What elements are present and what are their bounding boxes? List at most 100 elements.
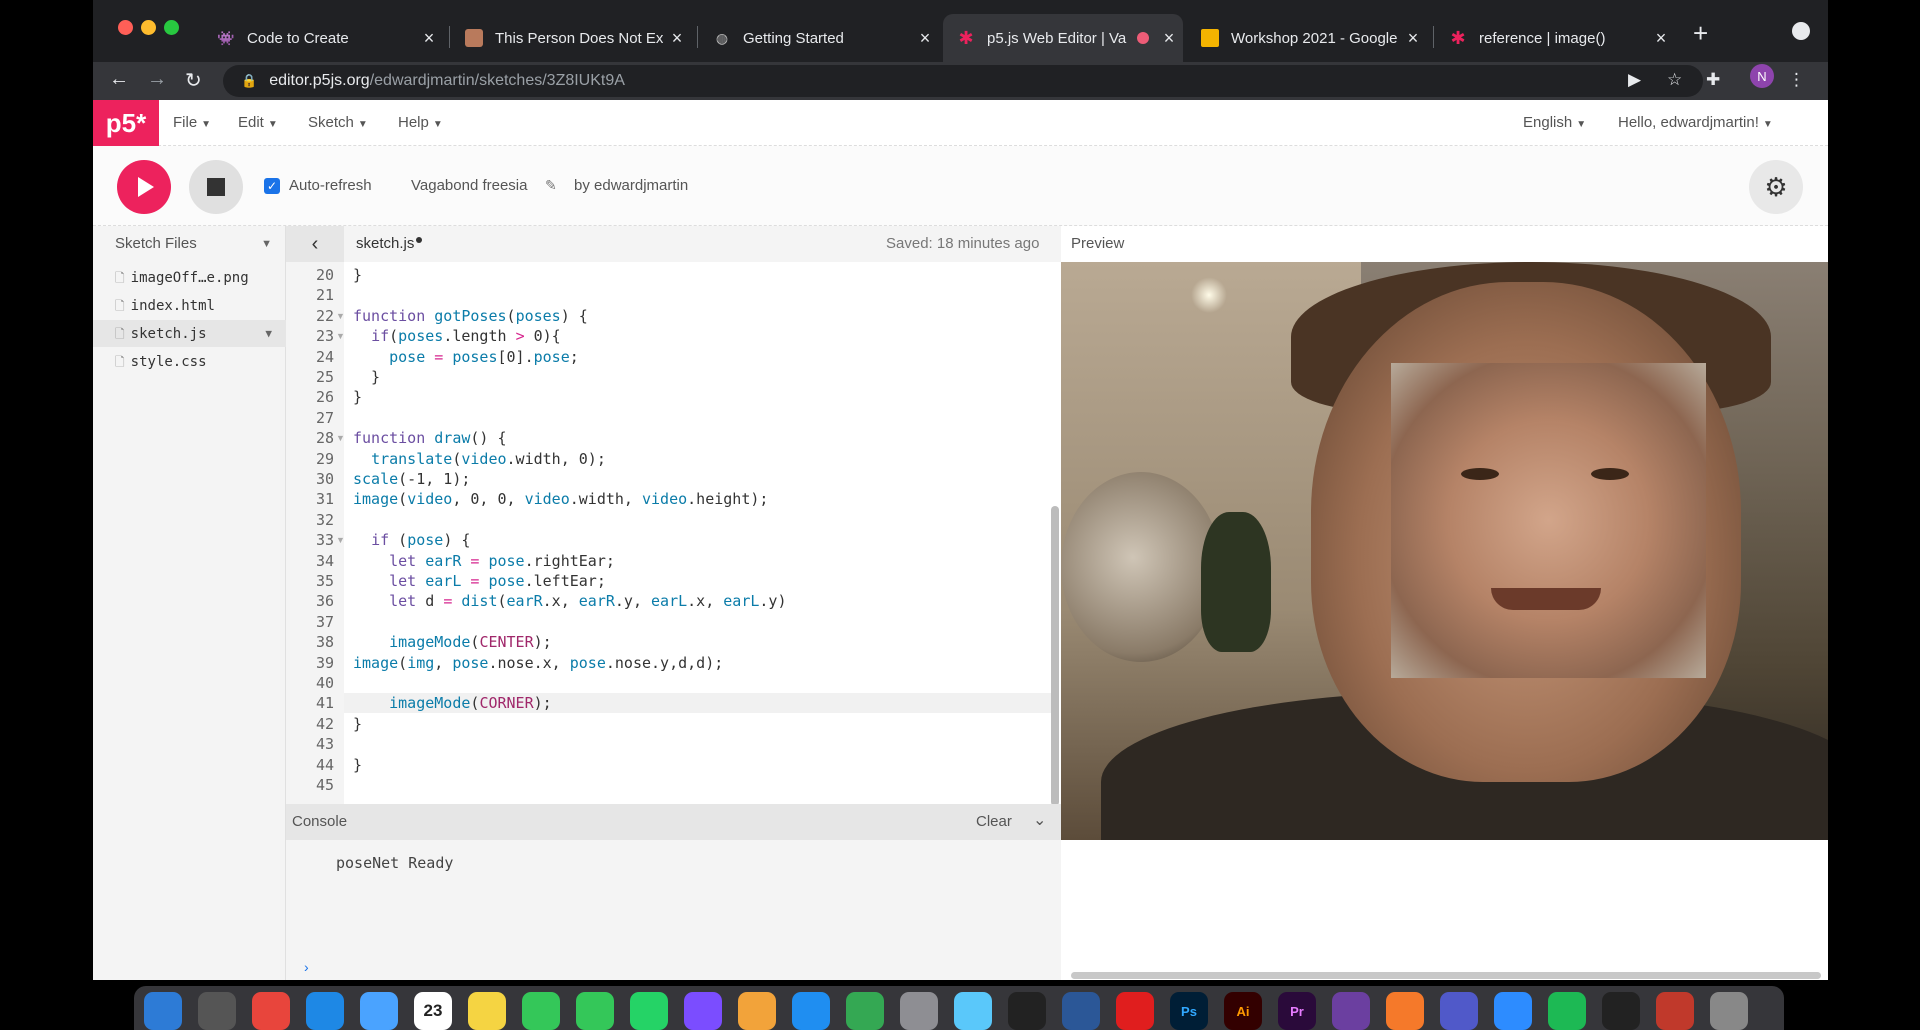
spotify-icon[interactable] xyxy=(1548,992,1586,1030)
collapse-sidebar-button[interactable]: ‹ xyxy=(286,226,344,262)
address-bar[interactable]: 🔒 editor.p5js.org/edwardjmartin/sketches… xyxy=(223,65,1703,97)
editor-scrollbar[interactable] xyxy=(1051,506,1059,806)
language-menu[interactable]: English ▼ xyxy=(1523,114,1586,131)
preview-scrollbar[interactable] xyxy=(1071,972,1821,979)
preview-panel: Preview xyxy=(1061,226,1828,980)
tab-getting-started[interactable]: ◍ Getting Started × xyxy=(699,14,939,62)
bookmark-star-icon[interactable]: ☆ xyxy=(1667,70,1682,90)
auto-refresh-checkbox[interactable]: ✓ xyxy=(264,178,280,194)
user-menu[interactable]: Hello, edwardjmartin! ▼ xyxy=(1618,114,1773,131)
console-message: poseNet Ready xyxy=(336,854,454,872)
imovie-icon[interactable] xyxy=(1332,992,1370,1030)
menu-help[interactable]: Help ▼ xyxy=(398,114,443,131)
sidebar-header[interactable]: Sketch Files ▼ xyxy=(93,226,286,262)
editor-tab-bar: ‹ sketch.js Saved: 18 minutes ago xyxy=(286,226,1061,262)
tab-p5js-editor[interactable]: ✱ p5.js Web Editor | Va × xyxy=(943,14,1183,62)
whatsapp-icon[interactable] xyxy=(630,992,668,1030)
calendar-icon[interactable]: 23 xyxy=(414,992,452,1030)
close-window-button[interactable] xyxy=(118,20,133,35)
close-icon[interactable]: × xyxy=(1399,28,1427,49)
close-icon[interactable]: × xyxy=(663,28,691,49)
chevron-down-icon[interactable]: ⌄ xyxy=(1033,810,1046,830)
caret-down-icon[interactable]: ▼ xyxy=(261,238,272,250)
terminal-icon[interactable] xyxy=(1602,992,1640,1030)
reload-icon[interactable]: ↻ xyxy=(185,68,202,93)
tab-workshop[interactable]: Workshop 2021 - Google × xyxy=(1187,14,1427,62)
pencil-icon[interactable]: ✎ xyxy=(545,177,557,194)
close-icon[interactable]: × xyxy=(911,28,939,49)
settings-icon[interactable] xyxy=(1656,992,1694,1030)
editor-file-tab[interactable]: sketch.js xyxy=(356,235,423,252)
line-number: 37 xyxy=(315,612,334,631)
finder-icon[interactable] xyxy=(144,992,182,1030)
trash-icon[interactable] xyxy=(1710,992,1748,1030)
new-tab-button[interactable]: + xyxy=(1693,18,1708,49)
messenger-icon[interactable] xyxy=(684,992,722,1030)
code-line: image(video, 0, 0, video.width, video.he… xyxy=(353,490,769,509)
facetime-icon[interactable] xyxy=(576,992,614,1030)
minimize-window-button[interactable] xyxy=(141,20,156,35)
code-area[interactable]: } function gotPoses(poses) { if(poses.len… xyxy=(344,262,1051,804)
mail-icon[interactable] xyxy=(360,992,398,1030)
illustrator-icon[interactable]: Ai xyxy=(1224,992,1262,1030)
camera-icon[interactable]: ▶ xyxy=(1628,70,1641,90)
numbers-icon[interactable] xyxy=(846,992,884,1030)
code-line: pose = poses[0].pose; xyxy=(389,347,579,366)
profile-avatar[interactable]: N xyxy=(1750,64,1774,88)
console-clear-button[interactable]: Clear xyxy=(976,813,1012,830)
caret-down-icon: ▼ xyxy=(357,119,368,130)
file-item-sketch-js[interactable]: 🗋 sketch.js ▼ xyxy=(93,320,286,347)
tab-search-icon[interactable] xyxy=(1792,22,1810,40)
menu-edit[interactable]: Edit ▼ xyxy=(238,114,278,131)
preview-canvas[interactable] xyxy=(1061,262,1828,840)
teams-icon[interactable] xyxy=(1440,992,1478,1030)
maximize-window-button[interactable] xyxy=(164,20,179,35)
console-prompt[interactable]: › xyxy=(304,959,309,975)
zoom-icon[interactable] xyxy=(1494,992,1532,1030)
close-icon[interactable]: × xyxy=(1155,28,1183,49)
menu-file[interactable]: File ▼ xyxy=(173,114,211,131)
notes-icon[interactable] xyxy=(468,992,506,1030)
file-item-index-html[interactable]: 🗋 index.html xyxy=(93,292,286,319)
tab-reference-image[interactable]: ✱ reference | image() × xyxy=(1435,14,1675,62)
browser-icon[interactable] xyxy=(1062,992,1100,1030)
line-number: 29 xyxy=(315,449,334,468)
blender-icon[interactable] xyxy=(1386,992,1424,1030)
browser-toolbar: ← → ↻ 🔒 editor.p5js.org/edwardjmartin/sk… xyxy=(93,62,1828,100)
messages-icon[interactable] xyxy=(522,992,560,1030)
premiere-icon[interactable]: Pr xyxy=(1278,992,1316,1030)
sketch-name[interactable]: Vagabond freesia xyxy=(411,177,527,194)
acrobat-icon[interactable] xyxy=(1116,992,1154,1030)
globe-icon: ◍ xyxy=(715,29,729,46)
overlay-mouth xyxy=(1491,588,1601,610)
line-number: 24 xyxy=(315,347,334,366)
back-icon[interactable]: ← xyxy=(109,68,129,91)
safari-icon[interactable] xyxy=(306,992,344,1030)
p5-nav-bar: p5* File ▼ Edit ▼ Sketch ▼ Help ▼ English ▼ H… xyxy=(93,100,1828,146)
code-line: } xyxy=(353,755,363,774)
settings-button[interactable]: ⚙ xyxy=(1749,160,1803,214)
photoshop-icon[interactable]: Ps xyxy=(1170,992,1208,1030)
file-item-style-css[interactable]: 🗋 style.css xyxy=(93,348,286,375)
system-preferences-icon[interactable] xyxy=(900,992,938,1030)
pages-icon[interactable] xyxy=(738,992,776,1030)
forward-icon[interactable]: → xyxy=(147,68,167,91)
stop-button[interactable] xyxy=(189,160,243,214)
close-icon[interactable]: × xyxy=(415,28,443,49)
caret-down-icon[interactable]: ▼ xyxy=(265,327,272,340)
kebab-menu-icon[interactable]: ⋮ xyxy=(1788,70,1805,90)
tab-this-person[interactable]: This Person Does Not Ex × xyxy=(451,14,691,62)
p5-logo[interactable]: p5* xyxy=(93,100,159,146)
keynote-icon[interactable] xyxy=(792,992,830,1030)
play-button[interactable] xyxy=(117,160,171,214)
close-icon[interactable]: × xyxy=(1647,28,1675,49)
menu-sketch[interactable]: Sketch ▼ xyxy=(308,114,368,131)
tab-code-to-create[interactable]: 👾 Code to Create × xyxy=(203,14,443,62)
chrome-icon[interactable] xyxy=(252,992,290,1030)
launchpad-icon[interactable] xyxy=(198,992,236,1030)
preview-icon[interactable] xyxy=(954,992,992,1030)
audio-icon[interactable] xyxy=(1008,992,1046,1030)
portrait-icon xyxy=(465,29,483,47)
extensions-icon[interactable]: ✚ xyxy=(1706,70,1720,90)
file-item-image[interactable]: 🗋 imageOff…e.png xyxy=(93,264,286,291)
